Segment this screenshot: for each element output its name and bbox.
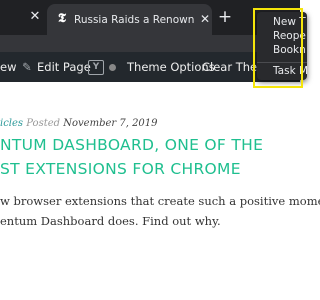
new-tab-button[interactable]: +	[217, 9, 233, 26]
article-headline-line-2: ST EXTENSIONS FOR CHROME	[0, 160, 241, 178]
pencil-icon: ✎	[22, 60, 32, 74]
article-body-line-2: entum Dashboard does. Find out why.	[0, 214, 221, 228]
nyt-logo-icon: 𝕿	[58, 11, 66, 26]
tab-close-icon[interactable]: ✕	[199, 13, 211, 25]
post-date: November 7, 2019	[63, 118, 158, 129]
tab-title: Russia Raids a Renowned Phys	[74, 14, 194, 26]
posted-label: Posted	[26, 118, 61, 129]
article-headline-line-1: NTUM DASHBOARD, ONE OF THE	[0, 136, 264, 154]
browser-tab[interactable]: 𝕿 Russia Raids a Renowned Phys ✕	[47, 4, 212, 35]
article-category[interactable]: icles	[0, 118, 23, 129]
edit-page-link[interactable]: Edit Page	[37, 52, 91, 82]
yoast-seo-icon[interactable]: Y	[88, 60, 104, 75]
annotation-highlight-box	[253, 8, 303, 88]
seo-status-dot	[109, 64, 116, 71]
tab-close-icon[interactable]: ✕	[28, 10, 42, 24]
admin-bar-view-link[interactable]: ew	[0, 52, 16, 82]
article-body-line-1: w browser extensions that create such a …	[0, 194, 320, 208]
article-meta: icles Posted November 7, 2019	[0, 116, 300, 132]
